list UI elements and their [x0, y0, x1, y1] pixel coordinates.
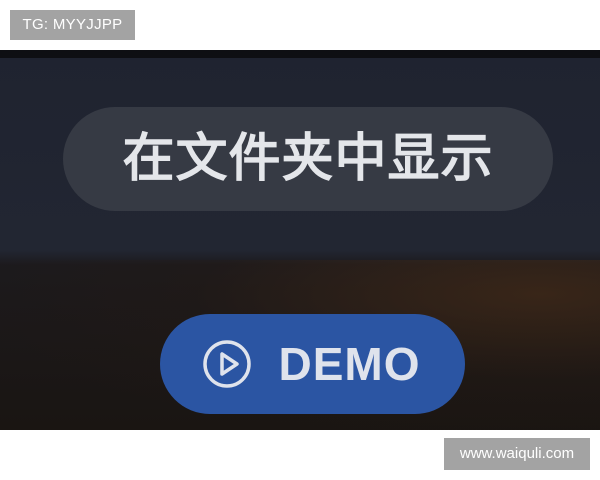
show-in-folder-button[interactable]: 在文件夹中显示: [63, 107, 553, 211]
play-circle-icon: [201, 338, 253, 390]
watermark: www.waiquli.com: [444, 438, 590, 470]
demo-label: DEMO: [278, 338, 421, 390]
app-screen: 在文件夹中显示 DEMO: [0, 50, 600, 430]
show-in-folder-label: 在文件夹中显示: [122, 129, 494, 189]
top-edge: [0, 50, 600, 58]
demo-button[interactable]: DEMO: [160, 314, 465, 414]
tg-label: TG: MYYJJPP: [10, 10, 135, 40]
